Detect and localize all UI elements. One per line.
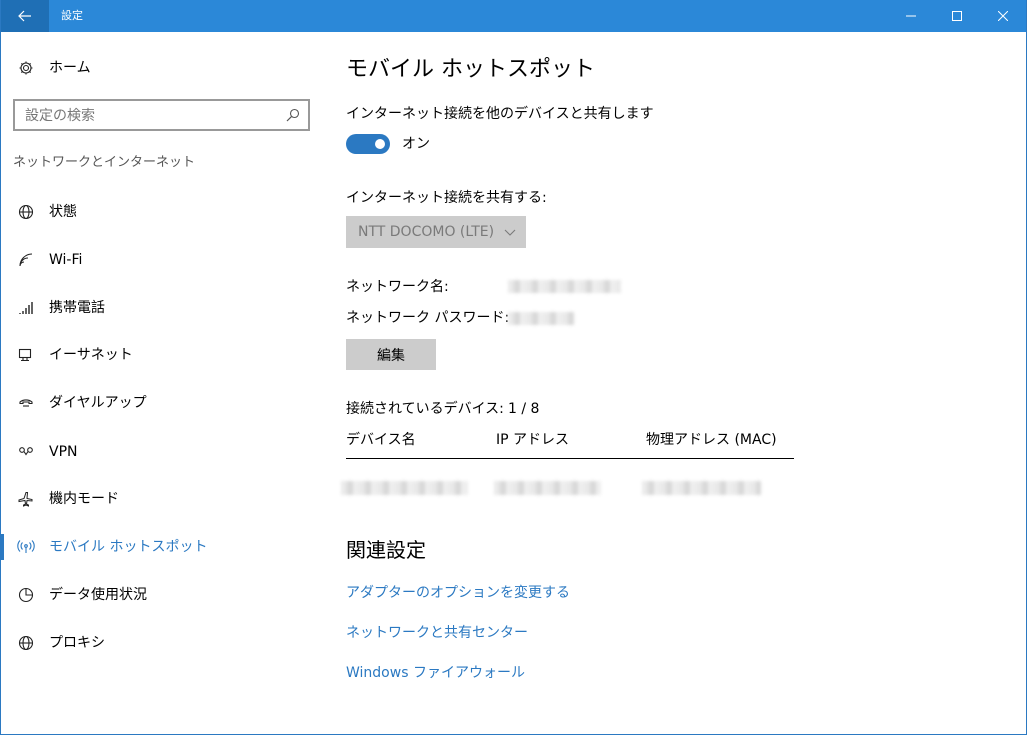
windows-firewall-link[interactable]: Windows ファイアウォール: [346, 664, 525, 682]
sidebar-item-proxy[interactable]: プロキシ: [1, 623, 321, 663]
sidebar-item-label: データ使用状況: [49, 587, 147, 603]
close-icon: [998, 11, 1008, 21]
window-title: 設定: [61, 9, 83, 22]
active-indicator: [1, 534, 4, 560]
sidebar: ホーム ネットワークとインターネット 状態 Wi-Fi: [1, 32, 321, 734]
adapter-options-link[interactable]: アダプターのオプションを変更する: [346, 584, 570, 602]
section-label: ネットワークとインターネット: [13, 155, 196, 170]
column-header-device-name: デバイス名: [346, 432, 416, 448]
sidebar-item-label: 状態: [49, 204, 77, 220]
network-name-value-redacted: [508, 280, 621, 293]
related-settings-title: 関連設定: [346, 538, 426, 562]
table-header-divider: [346, 458, 794, 459]
sidebar-item-mobile-hotspot[interactable]: モバイル ホットスポット: [1, 527, 321, 567]
network-password-value-redacted: [508, 312, 574, 325]
page-title: モバイル ホットスポット: [346, 57, 595, 82]
sidebar-item-label: Wi-Fi: [49, 252, 83, 268]
network-name-label: ネットワーク名:: [346, 279, 449, 295]
hotspot-toggle[interactable]: [346, 134, 390, 154]
sidebar-item-label: プロキシ: [49, 635, 105, 651]
toggle-state-label: オン: [402, 136, 430, 152]
search-input[interactable]: [25, 106, 265, 126]
sidebar-item-label: モバイル ホットスポット: [49, 539, 208, 555]
column-header-ip-address: IP アドレス: [496, 432, 570, 448]
maximize-icon: [952, 11, 962, 21]
dialup-icon: [17, 394, 35, 412]
network-password-label: ネットワーク パスワード:: [346, 310, 510, 326]
connected-devices-label: 接続されているデバイス:: [346, 401, 504, 417]
airplane-icon: [17, 490, 35, 508]
device-name-cell-redacted: [341, 481, 468, 495]
wifi-icon: [17, 251, 35, 269]
globe-icon: [17, 634, 35, 652]
dropdown-value: NTT DOCOMO (LTE): [358, 224, 495, 240]
share-internet-label: インターネット接続を他のデバイスと共有します: [346, 106, 654, 122]
sidebar-item-data-usage[interactable]: データ使用状況: [1, 575, 321, 615]
globe-icon: [17, 203, 35, 221]
sidebar-item-status[interactable]: 状態: [1, 192, 321, 232]
mac-address-cell-redacted: [642, 481, 761, 495]
sidebar-item-airplane[interactable]: 機内モード: [1, 479, 321, 519]
share-from-label: インターネット接続を共有する:: [346, 190, 547, 206]
main-content: モバイル ホットスポット インターネット接続を他のデバイスと共有します オン イ…: [341, 32, 1006, 732]
ethernet-icon: [17, 346, 35, 364]
sidebar-item-label: 機内モード: [49, 491, 119, 507]
network-sharing-center-link[interactable]: ネットワークと共有センター: [346, 624, 528, 642]
chevron-down-icon: [504, 229, 516, 236]
search-icon[interactable]: [286, 108, 300, 122]
sidebar-item-dialup[interactable]: ダイヤルアップ: [1, 383, 321, 423]
search-box[interactable]: [13, 99, 310, 131]
sidebar-item-label: イーサネット: [49, 347, 133, 363]
back-arrow-icon: [18, 10, 31, 22]
sidebar-item-wifi[interactable]: Wi-Fi: [1, 240, 321, 280]
toggle-knob: [375, 139, 385, 149]
sidebar-item-label: ホーム: [49, 60, 91, 76]
minimize-button[interactable]: [888, 0, 934, 32]
signal-bars-icon: [17, 299, 35, 317]
gear-icon: [17, 59, 35, 77]
sidebar-item-vpn[interactable]: VPN: [1, 432, 321, 472]
hotspot-icon: [17, 538, 35, 556]
connected-devices-count: 1 / 8: [508, 401, 540, 417]
settings-window: 設定 ホーム 設定の検索 ネットワークとインターネット 状態 Wi-Fi 携帯電…: [0, 0, 1027, 735]
sidebar-item-label: 携帯電話: [49, 300, 105, 316]
pie-chart-icon: [17, 586, 35, 604]
title-bar: 設定: [1, 0, 1026, 32]
vpn-icon: [17, 443, 35, 461]
sidebar-item-label: VPN: [49, 444, 78, 460]
sidebar-item-label: ダイヤルアップ: [49, 395, 147, 411]
close-button[interactable]: [980, 0, 1026, 32]
column-header-mac-address: 物理アドレス (MAC): [646, 432, 777, 448]
back-button[interactable]: [1, 0, 49, 32]
ip-address-cell-redacted: [494, 481, 601, 495]
sidebar-item-ethernet[interactable]: イーサネット: [1, 335, 321, 375]
maximize-button[interactable]: [934, 0, 980, 32]
share-connection-dropdown[interactable]: NTT DOCOMO (LTE): [346, 216, 526, 248]
sidebar-item-cellular[interactable]: 携帯電話: [1, 288, 321, 328]
edit-button[interactable]: 編集: [346, 339, 436, 370]
minimize-icon: [906, 15, 916, 17]
sidebar-item-home[interactable]: ホーム: [1, 54, 321, 82]
